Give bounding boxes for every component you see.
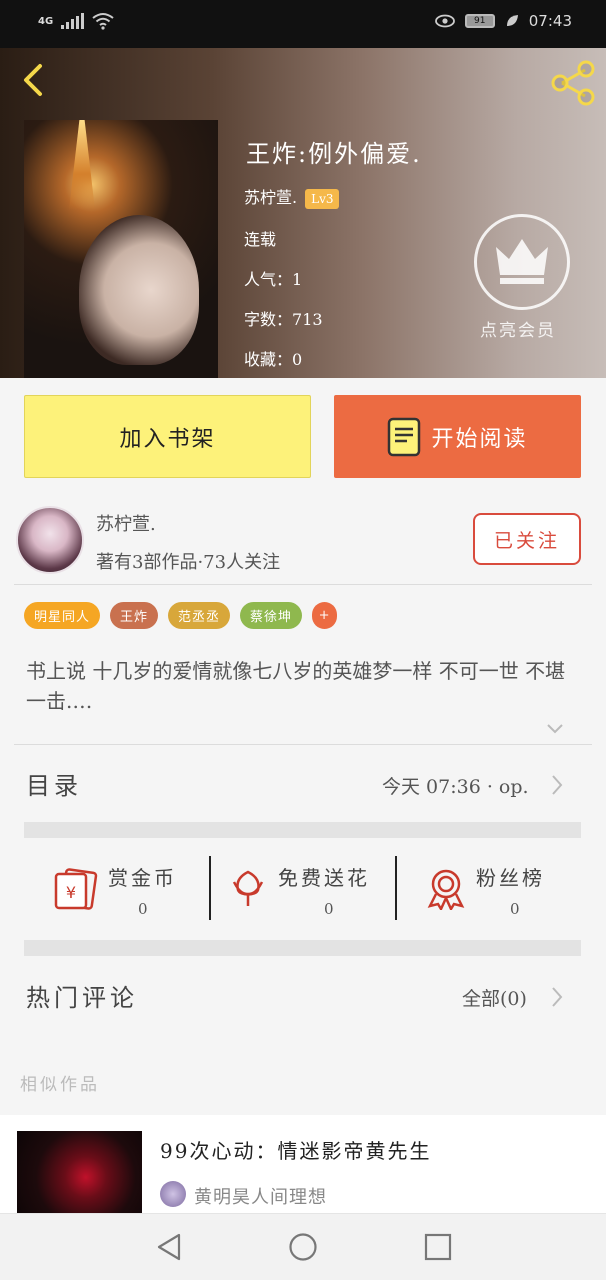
popularity-label: 人气：	[244, 270, 293, 289]
tag-item[interactable]: 明星同人	[24, 602, 101, 629]
stat-separator	[209, 856, 211, 920]
crown-icon	[496, 239, 548, 284]
leaf-icon	[506, 15, 518, 26]
divider	[14, 584, 592, 585]
author-stats: 著有3部作品·73人关注	[96, 552, 281, 573]
book-cover[interactable]	[24, 120, 218, 378]
level-badge: Lv3	[305, 188, 340, 209]
book-title: 王炸:例外偏爱.	[246, 140, 422, 168]
book-header: 王炸:例外偏爱. 苏柠萱. Lv3 连载 人气：1 字数：713 收藏：0 点亮会…	[0, 48, 606, 378]
book-author[interactable]: 苏柠萱.	[244, 188, 297, 207]
free-flower-button[interactable]: 免费送花 0	[230, 858, 390, 922]
fan-rank-button[interactable]: 粉丝榜 0	[426, 858, 576, 922]
fan-rank-label: 粉丝榜	[476, 866, 545, 890]
flower-icon	[232, 870, 264, 906]
word-count-value: 713	[292, 310, 323, 329]
reward-coin-value: 0	[138, 900, 148, 918]
book-description: 书上说 十几岁的爱情就像七八岁的英雄梦一样 不可一世 不堪一击.…	[26, 659, 566, 713]
signal-icon	[61, 13, 85, 29]
fan-rank-value: 0	[510, 900, 520, 918]
word-count-label: 字数：	[244, 310, 293, 329]
popularity-value: 1	[292, 270, 303, 289]
system-nav-bar	[0, 1213, 606, 1280]
catalog-label: 目录	[26, 772, 82, 800]
add-to-shelf-button[interactable]: 加入书架	[24, 395, 311, 478]
nav-home-icon[interactable]	[288, 1232, 318, 1262]
reward-coin-label: 赏金币	[108, 866, 177, 890]
book-icon	[388, 417, 421, 456]
similar-works-label: 相似作品	[20, 1075, 100, 1095]
wifi-icon	[92, 13, 114, 30]
favorites-row: 收藏：0	[244, 346, 302, 370]
tag-list: 明星同人 王炸 范丞丞 蔡徐坤 +	[24, 602, 338, 629]
cover-portrait	[79, 215, 199, 365]
similar-work-item[interactable]: 99次心动：情迷影帝黄先生 黄明昊人间理想	[0, 1115, 606, 1215]
follow-button[interactable]: 已关注	[473, 513, 581, 565]
all-comments-link[interactable]: 全部(0)	[462, 984, 527, 1011]
vip-label[interactable]: 点亮会员	[480, 316, 556, 341]
start-reading-button[interactable]: 开始阅读	[334, 395, 581, 478]
chevron-right-icon	[552, 775, 563, 795]
similar-work-cover	[17, 1131, 142, 1215]
book-status: 连载	[244, 230, 277, 249]
tag-item[interactable]: 王炸	[110, 602, 159, 629]
medal-icon	[427, 869, 465, 910]
chevron-down-icon[interactable]	[546, 720, 564, 738]
book-author-row: 苏柠萱. Lv3	[244, 184, 340, 209]
nav-recents-icon[interactable]	[424, 1233, 452, 1261]
cover-tower	[69, 120, 95, 210]
eye-icon	[434, 14, 455, 28]
nav-back-icon[interactable]	[155, 1232, 183, 1262]
battery-icon: 91	[464, 14, 495, 28]
hot-comments-label: 热门评论	[26, 984, 138, 1012]
section-band	[24, 822, 581, 838]
favorites-value: 0	[292, 350, 303, 369]
section-band	[24, 940, 581, 956]
popularity-row: 人气：1	[244, 266, 302, 290]
more-tags-button[interactable]: +	[312, 602, 338, 629]
share-icon[interactable]	[548, 58, 598, 108]
vip-button[interactable]	[474, 214, 570, 310]
divider	[14, 744, 592, 745]
author-name[interactable]: 苏柠萱.	[96, 510, 156, 536]
word-count-row: 字数：713	[244, 306, 323, 330]
back-arrow-icon[interactable]	[16, 62, 52, 98]
status-bar: 4G 91 07:43	[0, 0, 606, 48]
free-flower-label: 免费送花	[278, 866, 370, 890]
tag-item[interactable]: 范丞丞	[168, 602, 231, 629]
start-reading-label: 开始阅读	[431, 426, 528, 452]
similar-work-title: 99次心动：情迷影帝黄先生	[160, 1139, 432, 1163]
catalog-latest: 今天 07:36 · op.	[382, 776, 529, 798]
reward-coin-button[interactable]: ¥ 赏金币 0	[52, 858, 202, 922]
stat-separator	[395, 856, 397, 920]
author-avatar[interactable]	[16, 506, 84, 574]
similar-work-author: 黄明昊人间理想	[194, 1187, 327, 1208]
chevron-right-icon	[552, 987, 563, 1007]
svg-text:¥: ¥	[66, 883, 76, 902]
favorites-label: 收藏：	[244, 350, 293, 369]
network-label: 4G	[38, 15, 54, 27]
reward-coin-icon: ¥	[54, 868, 98, 910]
clock: 07:43	[528, 12, 572, 30]
tag-item[interactable]: 蔡徐坤	[240, 602, 303, 629]
similar-work-author-avatar	[160, 1181, 186, 1207]
free-flower-value: 0	[324, 900, 334, 918]
